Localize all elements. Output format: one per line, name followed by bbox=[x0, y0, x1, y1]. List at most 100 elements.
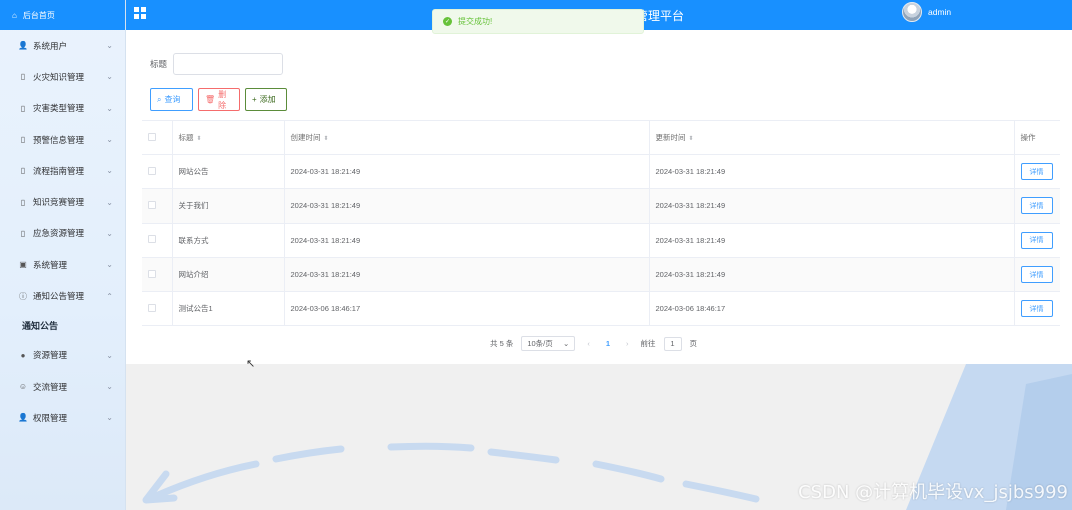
current-page[interactable]: 1 bbox=[602, 339, 614, 348]
search-icon: ⌕ bbox=[157, 94, 162, 104]
sidebar-item[interactable]: ▯ 应急资源管理 ⌄ bbox=[0, 218, 125, 249]
chevron-down-icon: ⌄ bbox=[106, 72, 113, 82]
col-actions: 操作 bbox=[1014, 120, 1060, 155]
document-icon: ▯ bbox=[20, 135, 26, 145]
row-checkbox[interactable] bbox=[148, 303, 156, 312]
cell-actions: 详情 bbox=[1014, 257, 1060, 293]
col-title[interactable]: 标题 ⬍ bbox=[172, 120, 285, 155]
cell-created: 2024-03-31 18:21:49 bbox=[284, 257, 650, 293]
sidebar-item[interactable]: 👤 权限管理 ⌄ bbox=[0, 402, 125, 433]
sidebar-home-label: 后台首页 bbox=[22, 10, 55, 20]
chevron-down-icon: ⌄ bbox=[106, 135, 113, 145]
sidebar-item[interactable]: ⓘ 通知公告管理 ⌃ bbox=[0, 280, 125, 311]
trash-icon: 🗑 bbox=[205, 95, 216, 104]
cell-actions: 详情 bbox=[1014, 154, 1060, 190]
main-content: 标题 ⌕ 查询 🗑 删除 + 添加 标题 ⬍ 创建时间 ⬍ 更新时间 ⬍ 操作 … bbox=[126, 30, 1072, 510]
sort-icon[interactable]: ⬍ bbox=[324, 136, 329, 142]
query-button-label: 查询 bbox=[164, 95, 181, 104]
sidebar-item-label: 权限管理 bbox=[33, 412, 68, 423]
row-select-cell bbox=[142, 223, 173, 258]
chevron-down-icon: ⌄ bbox=[106, 41, 113, 51]
detail-button[interactable]: 详情 bbox=[1020, 197, 1053, 215]
info-icon: ⓘ bbox=[19, 291, 27, 301]
table-row: 测试公告1 2024-03-06 18:46:17 2024-03-06 18:46… bbox=[142, 291, 1060, 327]
chat-icon: ☺ bbox=[18, 382, 28, 392]
add-button-label: 添加 bbox=[259, 95, 276, 104]
sidebar-item[interactable]: ● 资源管理 ⌄ bbox=[0, 340, 125, 371]
cell-updated: 2024-03-31 18:21:49 bbox=[649, 223, 1015, 258]
detail-button[interactable]: 详情 bbox=[1020, 300, 1053, 318]
sidebar: ⌂ 后台首页 👤 系统用户 ⌄ ▯ 火灾知识管理 ⌄ ▯ 灾害类型管理 ⌄ ▯ 预警信息管理 ⌄ ▯ 流程… bbox=[0, 0, 126, 510]
detail-button[interactable]: 详情 bbox=[1020, 231, 1053, 249]
home-icon: ⌂ bbox=[12, 10, 17, 20]
picture-icon: ▣ bbox=[19, 260, 27, 270]
cell-created: 2024-03-31 18:21:49 bbox=[284, 188, 650, 224]
user-menu[interactable]: admin bbox=[902, 2, 951, 22]
document-icon: ▯ bbox=[20, 197, 26, 207]
prev-page-icon[interactable]: ‹ bbox=[583, 339, 594, 348]
sidebar-item-label: 知识竞赛管理 bbox=[33, 197, 85, 208]
title-search-input[interactable] bbox=[173, 53, 284, 75]
menu-toggle-icon[interactable] bbox=[134, 7, 146, 19]
col-updated[interactable]: 更新时间 ⬍ bbox=[649, 120, 1015, 155]
col-actions-label: 操作 bbox=[1020, 133, 1036, 142]
row-select-cell bbox=[142, 291, 173, 327]
delete-button[interactable]: 🗑 删除 bbox=[198, 88, 240, 111]
row-checkbox[interactable] bbox=[148, 269, 156, 278]
toolbar: ⌕ 查询 🗑 删除 + 添加 bbox=[150, 88, 287, 111]
document-icon: ▯ bbox=[20, 228, 26, 238]
document-icon: ▯ bbox=[20, 166, 26, 176]
select-all-checkbox[interactable] bbox=[148, 132, 156, 141]
sidebar-subitem-notice[interactable]: 通知公告 bbox=[0, 312, 125, 340]
sidebar-item[interactable]: 👤 系统用户 ⌄ bbox=[0, 30, 125, 61]
sidebar-item-label: 灾害类型管理 bbox=[33, 103, 85, 114]
chevron-down-icon: ⌄ bbox=[106, 166, 113, 176]
cell-updated: 2024-03-31 18:21:49 bbox=[649, 154, 1015, 190]
user-icon: 👤 bbox=[18, 41, 28, 51]
sidebar-item[interactable]: ▯ 预警信息管理 ⌄ bbox=[0, 124, 125, 155]
page-size-value: 10条/页 bbox=[527, 339, 553, 348]
page-size-select[interactable]: 10条/页 ⌄ bbox=[521, 336, 576, 351]
toast-message: 提交成功! bbox=[458, 17, 493, 26]
chevron-down-icon: ⌄ bbox=[106, 382, 113, 392]
row-checkbox[interactable] bbox=[148, 166, 156, 175]
sidebar-item[interactable]: ▣ 系统管理 ⌄ bbox=[0, 249, 125, 280]
sidebar-item-label: 系统用户 bbox=[33, 40, 68, 51]
cell-created: 2024-03-31 18:21:49 bbox=[284, 154, 650, 190]
query-button[interactable]: ⌕ 查询 bbox=[150, 88, 193, 111]
row-select-cell bbox=[142, 154, 173, 190]
cell-title: 网站介绍 bbox=[172, 257, 285, 293]
cell-title: 关于我们 bbox=[172, 188, 285, 224]
sort-icon[interactable]: ⬍ bbox=[689, 136, 694, 142]
sidebar-item[interactable]: ▯ 流程指南管理 ⌄ bbox=[0, 155, 125, 186]
chevron-down-icon: ⌄ bbox=[106, 103, 113, 113]
sidebar-item-label: 通知公告管理 bbox=[33, 291, 85, 302]
row-checkbox[interactable] bbox=[148, 200, 156, 209]
sidebar-item[interactable]: ▯ 知识竞赛管理 ⌄ bbox=[0, 186, 125, 217]
sidebar-item-label: 系统管理 bbox=[33, 259, 68, 270]
row-select-cell bbox=[142, 188, 173, 224]
watermark: CSDN @计算机毕设vx_jsjbs999 bbox=[798, 482, 1068, 503]
plus-icon: + bbox=[252, 95, 257, 104]
cell-updated: 2024-03-06 18:46:17 bbox=[649, 291, 1015, 327]
sidebar-item-label: 资源管理 bbox=[33, 350, 68, 361]
next-page-icon[interactable]: › bbox=[622, 339, 633, 348]
cell-title: 联系方式 bbox=[172, 223, 285, 258]
cell-updated: 2024-03-31 18:21:49 bbox=[649, 188, 1015, 224]
cell-updated: 2024-03-31 18:21:49 bbox=[649, 257, 1015, 293]
sidebar-item[interactable]: ▯ 灾害类型管理 ⌄ bbox=[0, 93, 125, 124]
detail-button[interactable]: 详情 bbox=[1020, 266, 1053, 284]
chevron-down-icon: ⌄ bbox=[563, 339, 570, 348]
col-created[interactable]: 创建时间 ⬍ bbox=[284, 120, 650, 155]
sort-icon[interactable]: ⬍ bbox=[197, 136, 202, 142]
sidebar-item[interactable]: ☺ 交流管理 ⌄ bbox=[0, 371, 125, 402]
chevron-down-icon: ⌄ bbox=[106, 228, 113, 238]
sidebar-item[interactable]: ▯ 火灾知识管理 ⌄ bbox=[0, 61, 125, 92]
detail-button[interactable]: 详情 bbox=[1020, 163, 1053, 181]
sidebar-item-label: 流程指南管理 bbox=[33, 165, 85, 176]
row-checkbox[interactable] bbox=[148, 235, 156, 244]
add-button[interactable]: + 添加 bbox=[245, 88, 287, 111]
sidebar-home[interactable]: ⌂ 后台首页 bbox=[0, 0, 125, 30]
goto-label: 前往 bbox=[640, 339, 656, 348]
goto-page-input[interactable]: 1 bbox=[663, 336, 682, 351]
